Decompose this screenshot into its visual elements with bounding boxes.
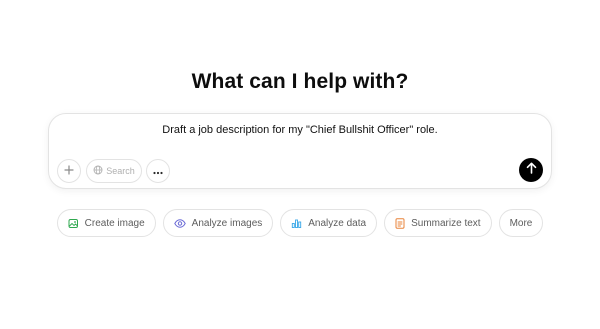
image-icon	[68, 218, 79, 229]
analyze-data-chip[interactable]: Analyze data	[280, 209, 378, 237]
prompt-composer[interactable]: Draft a job description for my "Chief Bu…	[48, 113, 552, 189]
prompt-input[interactable]: Draft a job description for my "Chief Bu…	[49, 123, 551, 137]
search-button-label: Search	[106, 166, 135, 176]
bar-chart-icon	[291, 218, 302, 229]
globe-icon	[93, 165, 106, 177]
attach-button[interactable]	[57, 159, 81, 183]
ellipsis-icon	[153, 162, 163, 180]
search-button[interactable]: Search	[86, 159, 142, 183]
send-button[interactable]	[519, 158, 543, 182]
arrow-up-icon	[526, 161, 537, 179]
eye-icon	[173, 218, 186, 228]
chip-label: Analyze images	[191, 217, 263, 229]
create-image-chip[interactable]: Create image	[56, 209, 156, 237]
chip-label: Create image	[84, 217, 145, 229]
document-icon	[395, 217, 405, 229]
suggestion-chips: Create image Analyze images Analyze data…	[0, 209, 600, 237]
plus-icon	[64, 162, 74, 180]
chip-label: Analyze data	[308, 217, 367, 229]
page-title: What can I help with?	[191, 70, 409, 93]
chip-label: More	[509, 217, 533, 229]
chip-label: Summarize text	[411, 217, 481, 229]
analyze-images-chip[interactable]: Analyze images	[162, 209, 274, 237]
more-chip[interactable]: More	[498, 209, 544, 237]
summarize-text-chip[interactable]: Summarize text	[384, 209, 492, 237]
more-tools-button[interactable]	[146, 159, 170, 183]
